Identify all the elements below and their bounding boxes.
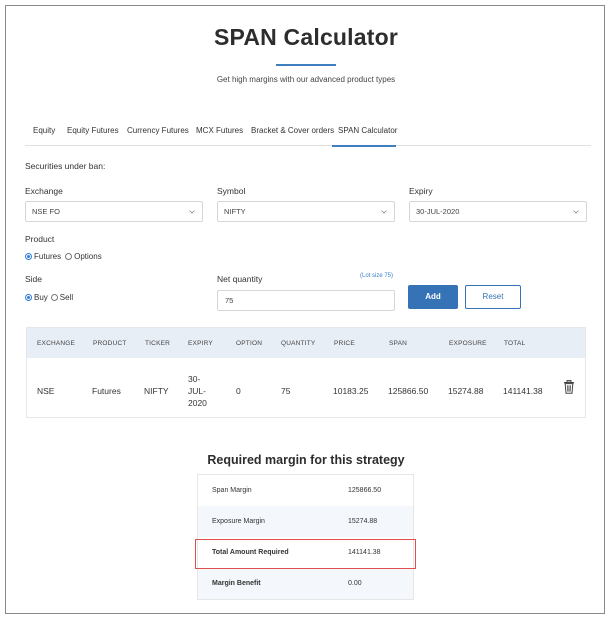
summary-row-exposure-margin: Exposure Margin 15274.88 xyxy=(198,506,413,537)
cell-ticker: NIFTY xyxy=(144,386,169,396)
summary-row-margin-benefit: Margin Benefit 0.00 xyxy=(198,568,413,599)
margin-summary-table: Span Margin 125866.50 Exposure Margin 15… xyxy=(197,474,414,600)
cell-expiry-line1: 30- xyxy=(188,374,201,384)
col-total: TOTAL xyxy=(504,340,526,347)
product-label: Product xyxy=(25,234,55,244)
title-underline xyxy=(276,64,336,66)
expiry-value: 30-JUL-2020 xyxy=(416,207,460,216)
side-label: Side xyxy=(25,274,43,284)
tab-bar: Equity Equity Futures Currency Futures M… xyxy=(25,120,591,147)
tab-bracket-cover-orders[interactable]: Bracket & Cover orders xyxy=(251,126,334,135)
col-span: SPAN xyxy=(389,340,408,347)
exchange-value: NSE FO xyxy=(32,207,60,216)
summary-title: Required margin for this strategy xyxy=(207,453,405,467)
tab-currency-futures[interactable]: Currency Futures xyxy=(127,126,189,135)
sell-radio[interactable] xyxy=(50,294,58,301)
page-title: SPAN Calculator xyxy=(213,24,399,50)
exchange-select[interactable]: NSE FO xyxy=(25,201,203,222)
net-quantity-value: 75 xyxy=(225,296,234,305)
col-product: PRODUCT xyxy=(93,340,127,347)
span-margin-value: 125866.50 xyxy=(348,487,382,494)
cell-quantity: 75 xyxy=(281,386,291,396)
cell-expiry-line2: JUL- xyxy=(188,386,206,396)
table-header: EXCHANGE PRODUCT TICKER EXPIRY OPTION QU… xyxy=(27,328,585,358)
lot-size-note: (Lot size 75) xyxy=(360,273,394,279)
symbol-value: NIFTY xyxy=(224,207,246,216)
col-exposure: EXPOSURE xyxy=(449,340,487,347)
cell-exposure: 15274.88 xyxy=(448,386,484,396)
calculator-panel: SPAN Calculator Get high margins with ou… xyxy=(5,5,605,614)
col-quantity: QUANTITY xyxy=(281,340,316,347)
futures-radio-label: Futures xyxy=(34,252,62,261)
securities-ban-label: Securities under ban: xyxy=(25,161,106,171)
symbol-select[interactable]: NIFTY xyxy=(217,201,395,222)
col-ticker: TICKER xyxy=(145,340,171,347)
net-quantity-label: Net quantity xyxy=(217,274,263,284)
expiry-select[interactable]: 30-JUL-2020 xyxy=(409,201,587,222)
product-radio-group: Futures Options xyxy=(25,252,102,261)
cell-span: 125866.50 xyxy=(388,386,429,396)
chevron-down-icon xyxy=(381,210,387,214)
col-price: PRICE xyxy=(334,340,355,347)
chevron-down-icon xyxy=(189,210,195,214)
cell-product: Futures xyxy=(92,386,121,396)
col-exchange: EXCHANGE xyxy=(37,340,76,347)
options-radio[interactable] xyxy=(65,253,73,260)
cell-price: 10183.25 xyxy=(333,386,369,396)
active-tab-indicator xyxy=(332,145,396,147)
exposure-margin-value: 15274.88 xyxy=(348,518,378,525)
tab-equity-futures[interactable]: Equity Futures xyxy=(67,126,119,135)
options-radio-label: Options xyxy=(74,252,102,261)
margin-benefit-label: Margin Benefit xyxy=(212,580,261,587)
exchange-label: Exchange xyxy=(25,186,63,196)
buy-radio-label: Buy xyxy=(34,293,48,302)
positions-table: EXCHANGE PRODUCT TICKER EXPIRY OPTION QU… xyxy=(26,327,586,418)
total-amount-highlight xyxy=(195,539,416,569)
tab-mcx-futures[interactable]: MCX Futures xyxy=(196,126,243,135)
cell-total: 141141.38 xyxy=(503,386,543,396)
sell-radio-label: Sell xyxy=(59,293,74,302)
span-margin-label: Span Margin xyxy=(212,487,252,494)
page-subtitle: Get high margins with our advanced produ… xyxy=(216,75,396,84)
chevron-down-icon xyxy=(573,210,579,214)
symbol-label: Symbol xyxy=(217,186,246,196)
exposure-margin-label: Exposure Margin xyxy=(212,518,265,525)
summary-row-span-margin: Span Margin 125866.50 xyxy=(198,475,413,506)
col-option: OPTION xyxy=(236,340,263,347)
col-expiry: EXPIRY xyxy=(188,340,213,347)
reset-button[interactable]: Reset xyxy=(465,285,521,309)
tab-span-calculator[interactable]: SPAN Calculator xyxy=(338,126,397,135)
futures-radio[interactable] xyxy=(25,253,32,260)
add-button[interactable]: Add xyxy=(408,285,458,309)
expiry-label: Expiry xyxy=(409,186,433,196)
side-radio-group: Buy Sell xyxy=(25,293,73,302)
cell-exchange: NSE xyxy=(37,386,55,396)
trash-icon[interactable] xyxy=(563,380,575,394)
buy-radio[interactable] xyxy=(25,294,32,301)
tab-equity[interactable]: Equity xyxy=(33,126,55,135)
net-quantity-input[interactable]: 75 xyxy=(217,290,395,311)
cell-expiry-line3: 2020 xyxy=(188,398,207,408)
cell-option: 0 xyxy=(236,386,241,396)
margin-benefit-value: 0.00 xyxy=(348,580,362,587)
